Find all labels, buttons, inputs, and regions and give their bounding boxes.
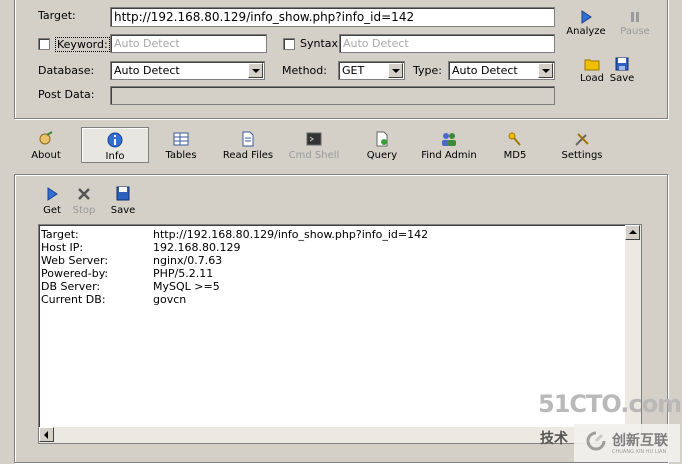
keyword-input[interactable]: Auto Detect: [110, 34, 267, 53]
type-select[interactable]: Auto Detect: [448, 61, 555, 80]
pause-icon: [631, 12, 639, 22]
tab-tables[interactable]: Tables: [158, 131, 204, 161]
brand-subname: CHUANG XIN HU LIAN: [612, 449, 667, 455]
output-key: DB Server:: [41, 280, 101, 293]
output-value: PHP/5.2.11: [153, 267, 214, 280]
users-icon: [442, 133, 456, 146]
file-icon: [242, 131, 254, 147]
terminal-icon: [306, 132, 322, 146]
target-input[interactable]: http://192.168.80.129/info_show.php?info…: [110, 7, 555, 27]
brand-logo-icon: [586, 431, 606, 451]
brand-name: 创新互联: [612, 433, 668, 449]
watermark-brand: 创新互联 CHUANG XIN HU LIAN: [574, 424, 680, 462]
target-label: Target:: [38, 9, 76, 22]
info-label: Info: [105, 151, 125, 162]
info-save-button[interactable]: Save: [106, 186, 140, 216]
pause-button[interactable]: Pause: [614, 8, 656, 37]
query-icon: [376, 131, 388, 147]
scroll-left-button[interactable]: [39, 427, 54, 442]
get-button[interactable]: Get: [38, 186, 66, 216]
database-select[interactable]: Auto Detect: [110, 61, 265, 80]
save-button[interactable]: Save: [605, 57, 639, 84]
info-save-label: Save: [110, 205, 136, 216]
tables-label: Tables: [165, 150, 197, 161]
output-key: Powered-by:: [41, 267, 109, 280]
read-files-label: Read Files: [222, 150, 274, 161]
watermark-sub-text: 技术: [540, 431, 568, 447]
chevron-down-icon[interactable]: [388, 63, 403, 78]
analyze-label: Analyze: [566, 26, 606, 37]
output-value: MySQL >=5: [153, 280, 220, 293]
md5-label: MD5: [503, 150, 527, 161]
settings-label: Settings: [561, 150, 603, 161]
syntax-input[interactable]: Auto Detect: [339, 34, 555, 53]
play-icon: [581, 10, 592, 24]
about-label: About: [31, 150, 61, 161]
analyze-button[interactable]: Analyze: [563, 8, 609, 37]
find-admin-label: Find Admin: [421, 150, 477, 161]
floppy-icon: [615, 57, 629, 71]
syntax-checkbox[interactable]: [283, 38, 295, 50]
tab-query[interactable]: Query: [360, 131, 404, 161]
keyword-checkbox[interactable]: [38, 38, 50, 50]
type-value: Auto Detect: [452, 64, 518, 77]
play-icon: [47, 187, 58, 201]
output-value: 192.168.80.129: [153, 241, 241, 254]
tools-icon: [575, 133, 589, 146]
save-label: Save: [609, 73, 635, 84]
tab-read-files[interactable]: Read Files: [215, 131, 281, 161]
info-icon: [107, 132, 123, 148]
get-label: Get: [43, 205, 61, 216]
output-value: http://192.168.80.129/info_show.php?info…: [153, 228, 429, 241]
about-icon: [39, 131, 53, 145]
post-data-input[interactable]: [110, 86, 555, 105]
keyword-label: Keyword:: [55, 37, 110, 52]
method-label: Method:: [282, 64, 327, 77]
tab-md5[interactable]: MD5: [498, 131, 532, 161]
tab-info[interactable]: Info: [81, 127, 149, 163]
output-key: Web Server:: [41, 254, 109, 267]
post-data-label: Post Data:: [38, 88, 95, 101]
floppy-icon: [116, 186, 130, 201]
method-select[interactable]: GET: [338, 61, 405, 80]
chevron-down-icon[interactable]: [538, 63, 553, 78]
output-key: Current DB:: [41, 293, 106, 306]
query-label: Query: [366, 150, 398, 161]
tab-settings[interactable]: Settings: [553, 131, 611, 161]
method-value: GET: [342, 64, 365, 77]
type-label: Type:: [413, 64, 442, 77]
output-key: Target:: [41, 228, 79, 241]
load-label: Load: [580, 73, 604, 84]
syntax-label: Syntax:: [300, 37, 342, 50]
table-icon: [173, 132, 189, 146]
chevron-down-icon[interactable]: [248, 63, 263, 78]
folder-icon: [584, 59, 600, 71]
output-rows: Target: http://192.168.80.129/info_show.p…: [39, 227, 624, 427]
watermark-site-text: 51CTO.com: [538, 390, 682, 418]
tab-find-admin[interactable]: Find Admin: [414, 131, 484, 161]
output-key: Host IP:: [41, 241, 84, 254]
close-icon: [78, 188, 90, 200]
output-value: nginx/0.7.63: [153, 254, 223, 267]
stop-button[interactable]: Stop: [68, 186, 100, 216]
tab-about[interactable]: About: [22, 131, 70, 161]
scroll-up-button[interactable]: [625, 225, 640, 240]
cmd-shell-label: Cmd Shell: [288, 150, 340, 161]
stop-label: Stop: [72, 205, 96, 216]
key-icon: [508, 132, 521, 146]
tab-cmd-shell[interactable]: Cmd Shell: [283, 131, 345, 161]
database-value: Auto Detect: [114, 64, 180, 77]
pause-label: Pause: [620, 26, 650, 37]
output-value: govcn: [153, 293, 187, 306]
database-label: Database:: [38, 64, 95, 77]
